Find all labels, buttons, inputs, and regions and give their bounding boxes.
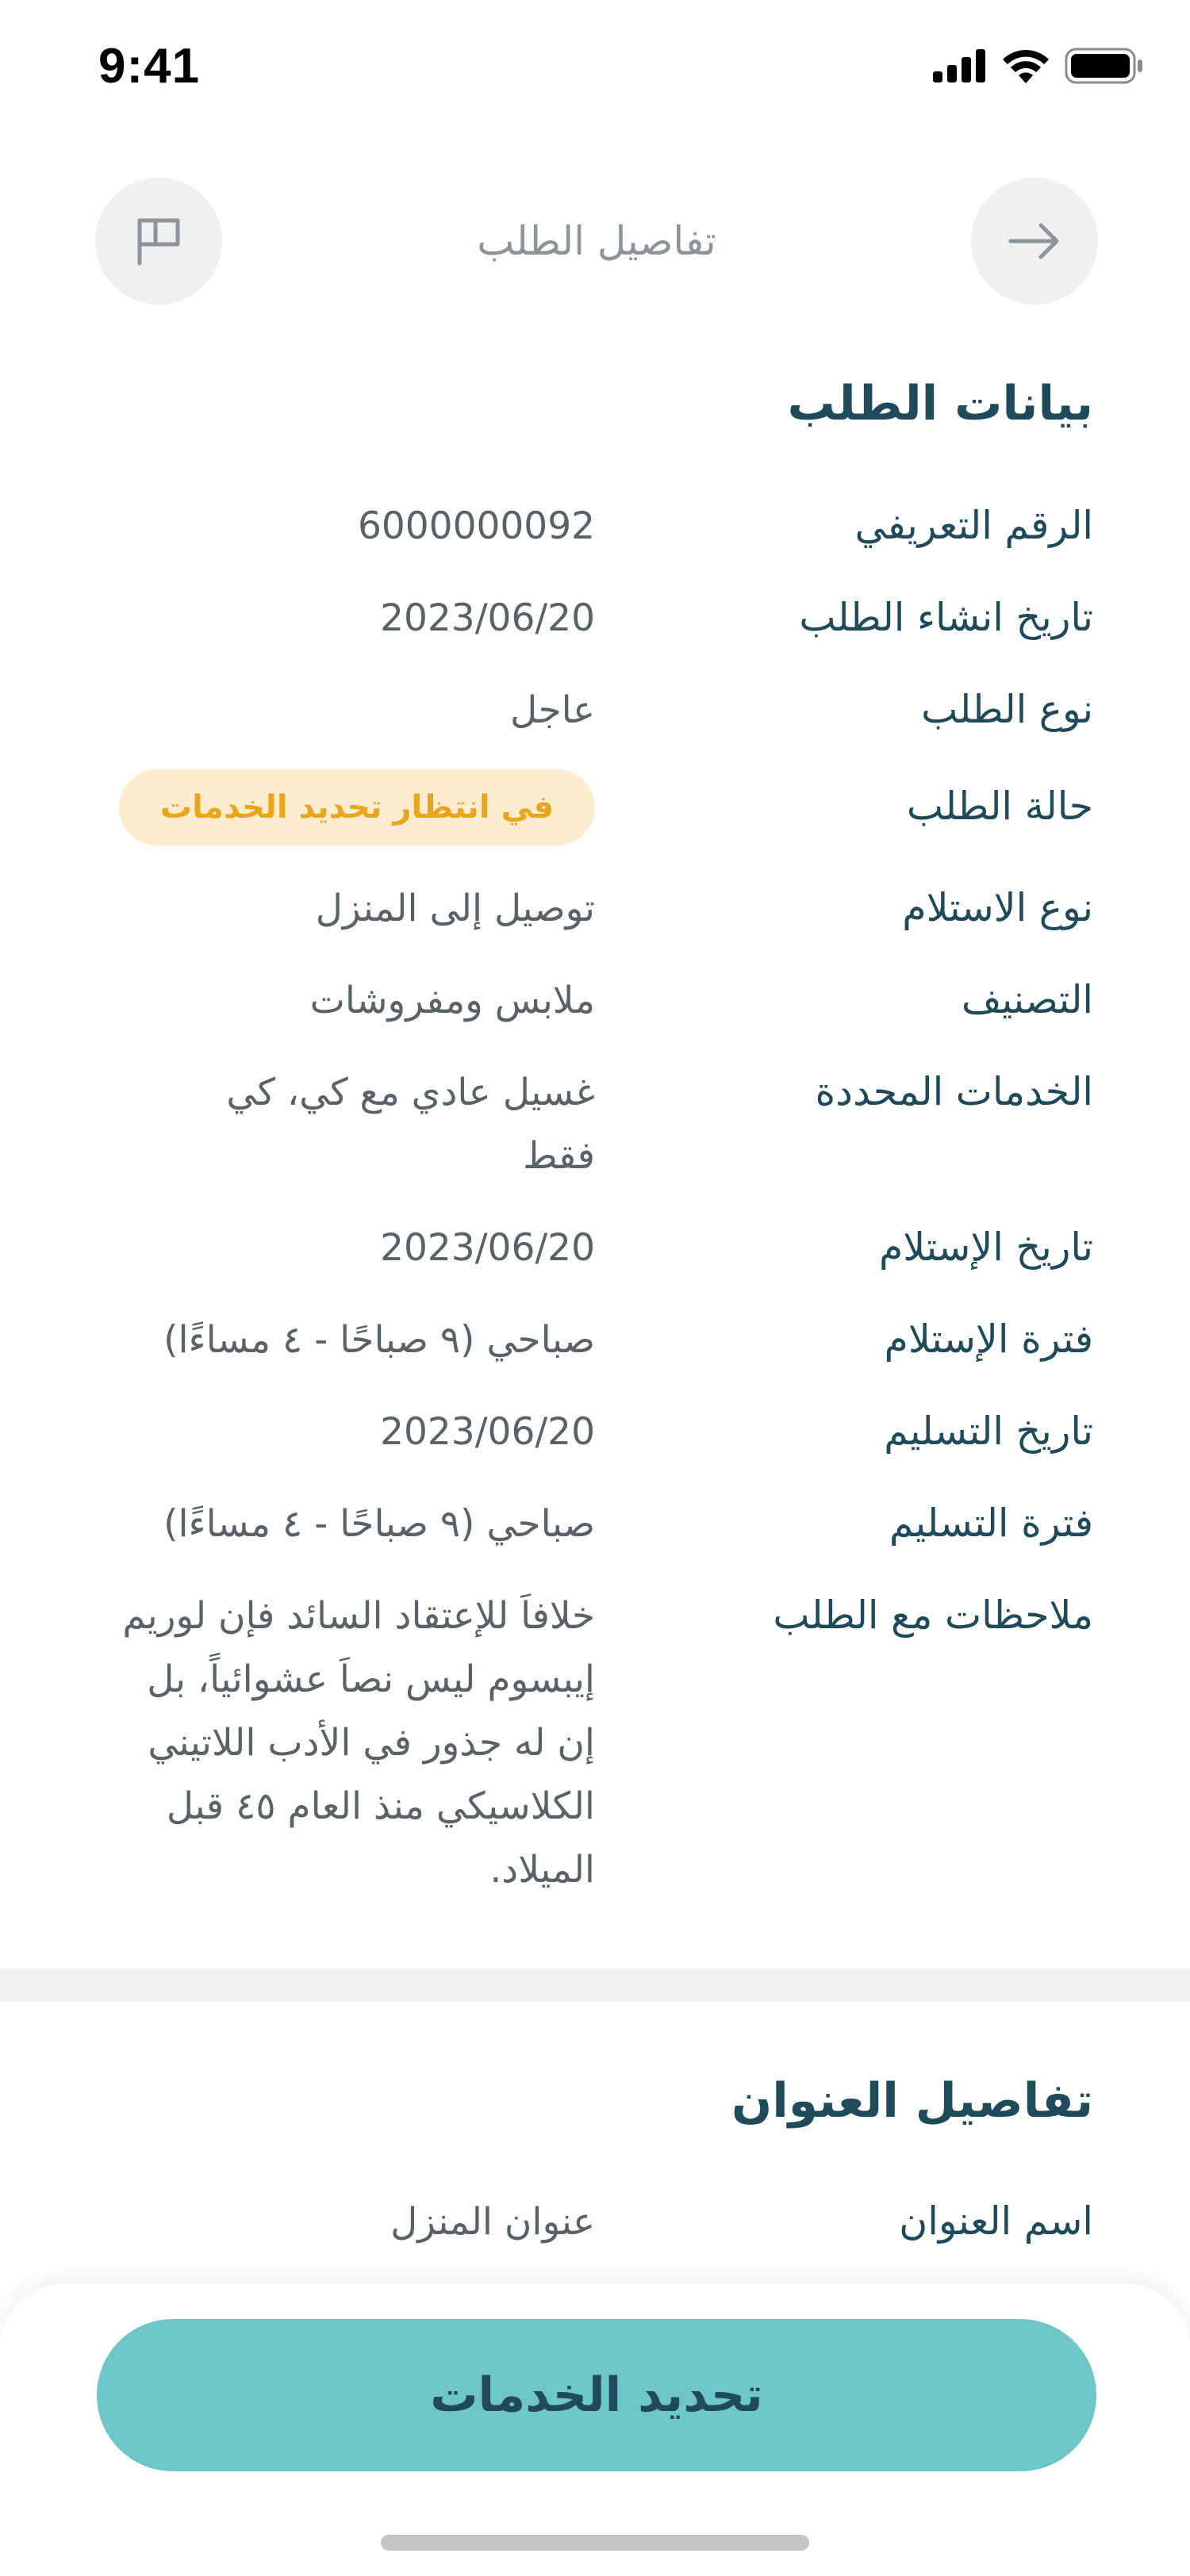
page-title: تفاصيل الطلب xyxy=(477,218,716,264)
detail-value: ملابس ومفروشات xyxy=(309,979,595,1022)
detail-label: اسم العنوان xyxy=(899,2198,1093,2244)
order-section-title: بيانات الطلب xyxy=(787,376,1093,431)
flag-icon xyxy=(137,218,180,266)
detail-value: غسيل عادي مع كي، كي فقط xyxy=(226,1071,595,1178)
status-badge: في انتظار تحديد الخدمات xyxy=(119,769,595,845)
detail-value: عنوان المنزل xyxy=(390,2200,595,2244)
detail-label: نوع الطلب xyxy=(921,687,1093,732)
status-bar: 9:41 xyxy=(0,0,1190,135)
detail-label: تاريخ انشاء الطلب xyxy=(799,595,1093,640)
detail-label: فترة الإستلام xyxy=(884,1317,1093,1362)
detail-label: الخدمات المحددة xyxy=(815,1069,1094,1114)
detail-label: التصنيف xyxy=(961,977,1093,1022)
detail-value: صباحي (٩ صباحًا - ٤ مساءًا) xyxy=(163,1318,595,1362)
detail-value: 2023/06/20 xyxy=(380,1226,595,1270)
detail-label: تاريخ الإستلام xyxy=(878,1225,1093,1270)
detail-value: صباحي (٩ صباحًا - ٤ مساءًا) xyxy=(163,1502,595,1546)
detail-value: 2023/06/20 xyxy=(380,1410,595,1454)
detail-value: توصيل إلى المنزل xyxy=(315,887,595,930)
back-button[interactable] xyxy=(971,178,1098,305)
detail-label: تاريخ التسليم xyxy=(884,1409,1093,1454)
detail-label: حالة الطلب xyxy=(906,784,1093,829)
detail-label: الرقم التعريفي xyxy=(854,503,1093,548)
address-section-title: تفاصيل العنوان xyxy=(731,2073,1093,2129)
wifi-icon xyxy=(1003,49,1049,83)
section-divider xyxy=(0,1968,1190,2002)
detail-value: عاجل xyxy=(509,688,595,732)
arrow-right-icon xyxy=(1008,223,1059,259)
detail-label: نوع الاستلام xyxy=(902,885,1093,930)
cellular-signal-icon xyxy=(933,49,985,82)
select-services-button[interactable]: تحديد الخدمات xyxy=(97,2319,1096,2471)
status-icons xyxy=(933,48,1144,84)
header: تفاصيل الطلب xyxy=(95,178,1098,305)
home-indicator xyxy=(381,2535,809,2551)
detail-value: خلافاَ للإعتقاد السائد فإن لوريم إيبسوم … xyxy=(122,1594,595,1892)
status-time: 9:41 xyxy=(98,39,201,94)
detail-label: ملاحظات مع الطلب xyxy=(773,1593,1093,1638)
bottom-action-sheet: تحديد الخدمات xyxy=(0,2284,1190,2576)
detail-value: 6000000092 xyxy=(357,504,595,548)
order-details-screen: 9:41 تفاصيل الطلب بيانات الطلب الرقم الت… xyxy=(0,0,1190,2576)
detail-label: فترة التسليم xyxy=(889,1501,1093,1546)
report-button[interactable] xyxy=(95,178,222,305)
battery-icon xyxy=(1065,48,1142,84)
detail-value: 2023/06/20 xyxy=(380,596,595,640)
